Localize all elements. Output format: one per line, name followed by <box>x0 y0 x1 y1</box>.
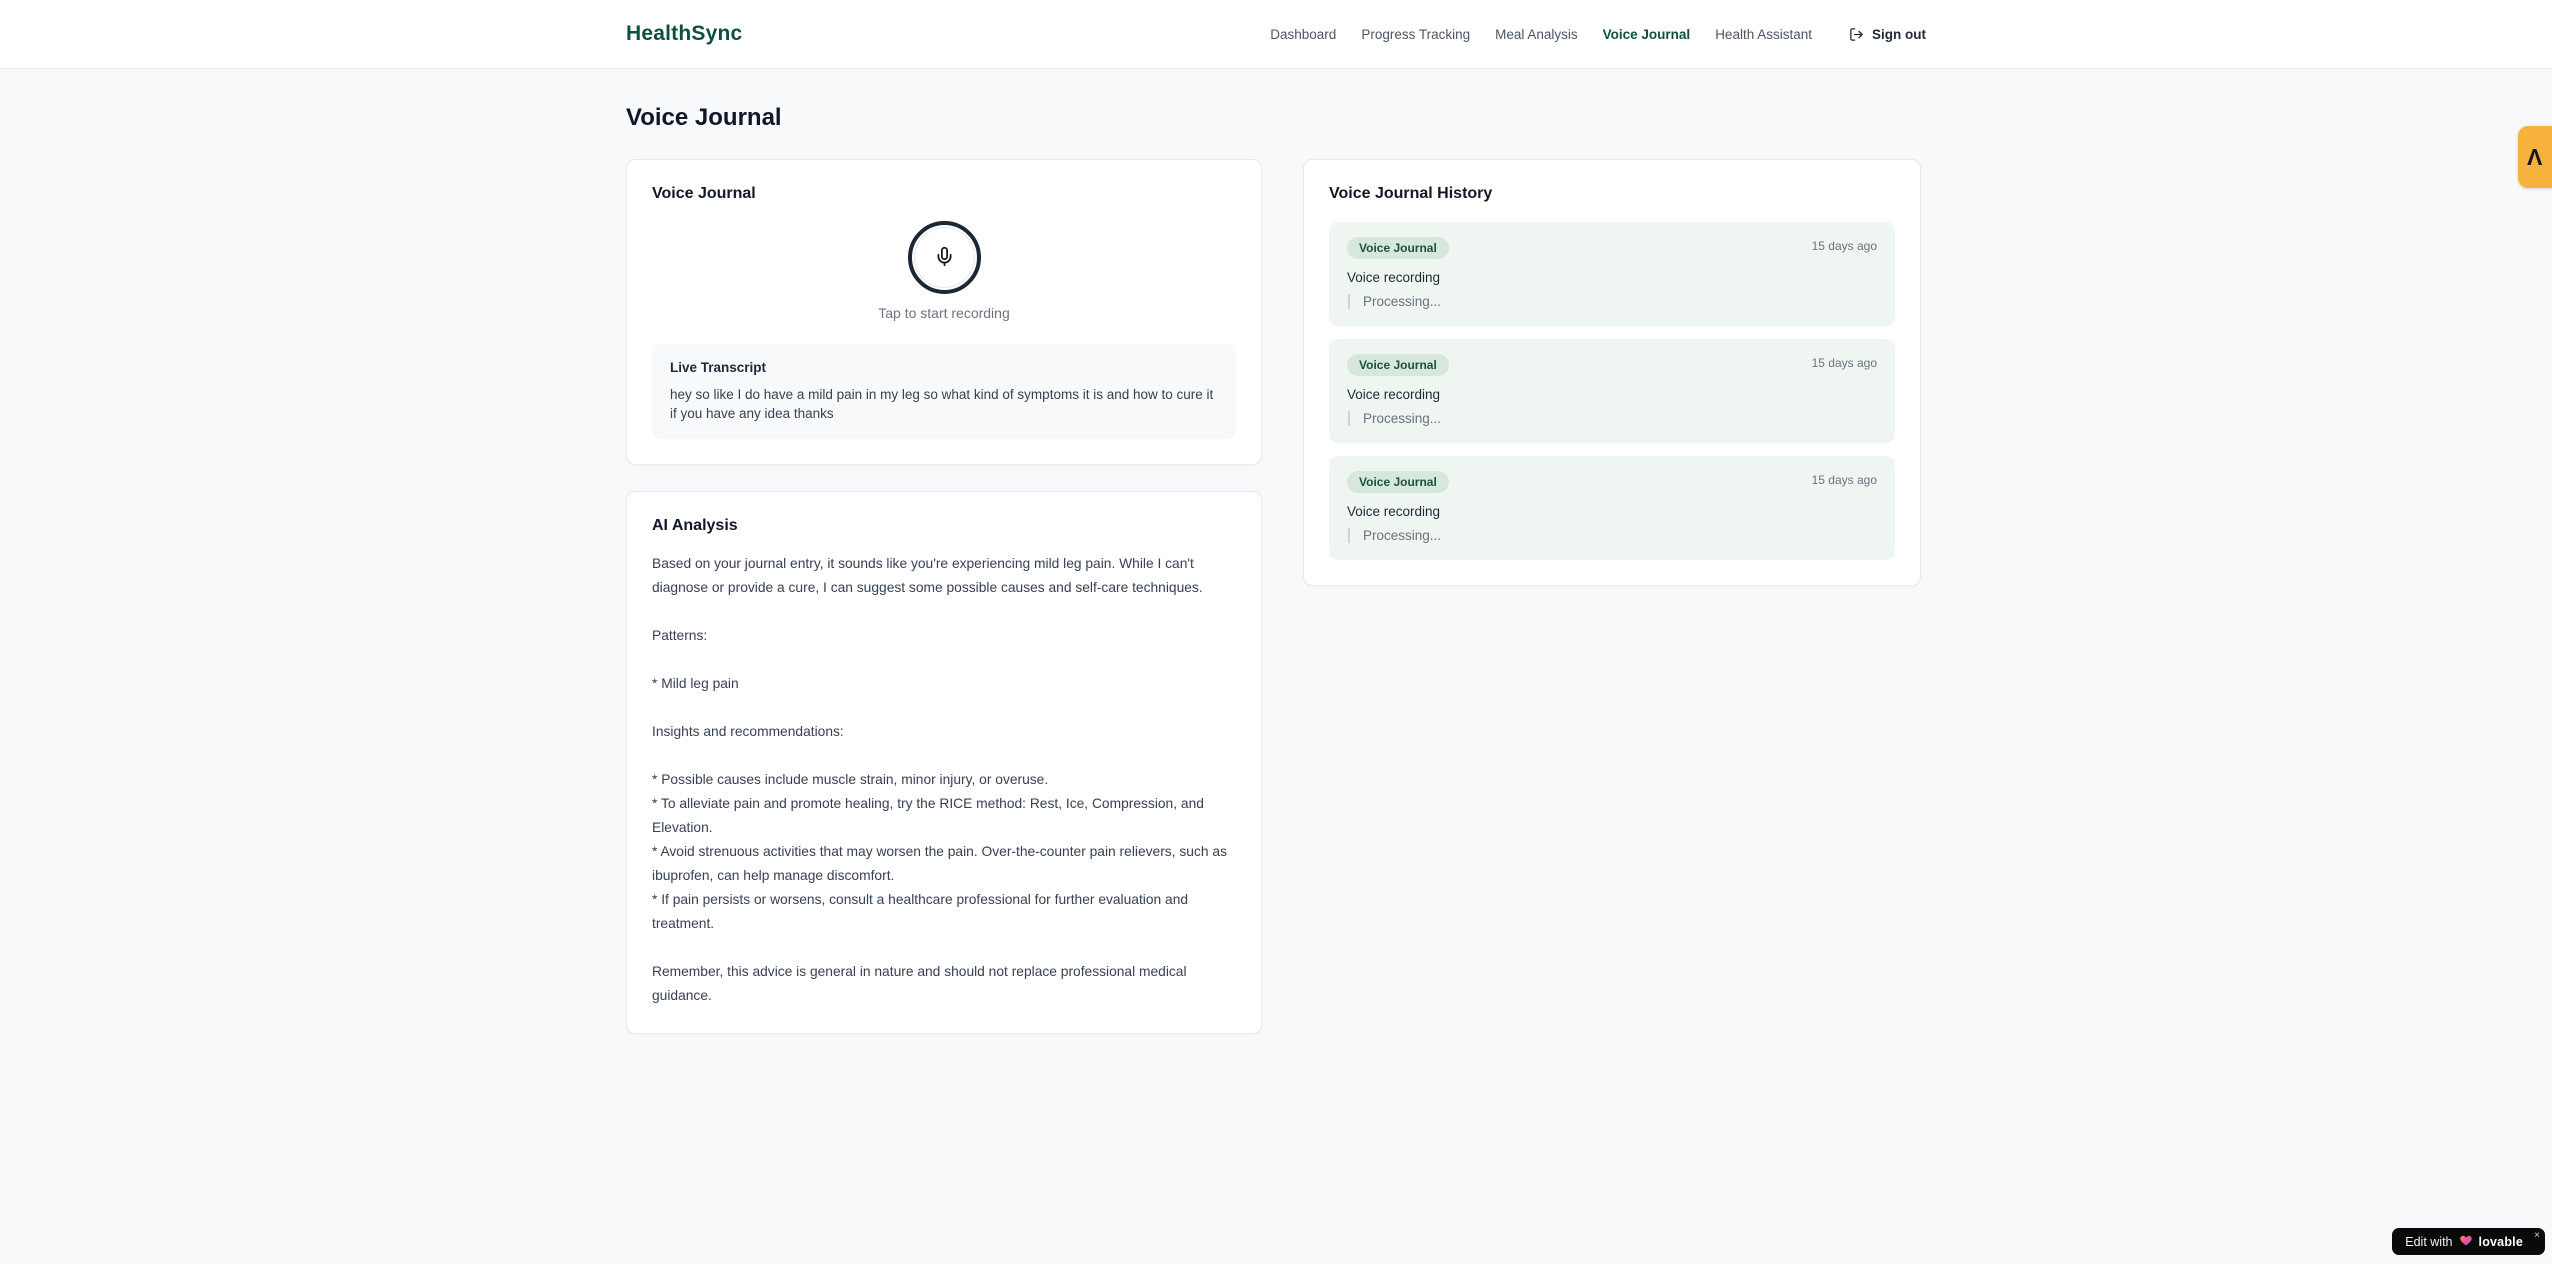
entry-processing-status: Processing... <box>1348 528 1877 543</box>
history-entry: Voice Journal 15 days ago Voice recordin… <box>1329 222 1895 326</box>
live-transcript-panel: Live Transcript hey so like I do have a … <box>652 344 1236 439</box>
entry-type-badge: Voice Journal <box>1347 237 1449 259</box>
entry-timestamp: 15 days ago <box>1811 239 1877 253</box>
heart-icon <box>2459 1234 2473 1250</box>
side-badge-logo-icon: Λ <box>2527 143 2543 170</box>
live-transcript-text: hey so like I do have a mild pain in my … <box>670 387 1214 421</box>
ai-analysis-text: Based on your journal entry, it sounds l… <box>652 556 1227 1003</box>
sign-out-label: Sign out <box>1872 26 1926 42</box>
edit-with-lovable-badge[interactable]: Edit with lovable × <box>2392 1228 2545 1255</box>
left-column: Voice Journal Tap to start recording Liv… <box>626 159 1262 1034</box>
record-button[interactable] <box>907 221 981 294</box>
entry-label: Voice recording <box>1347 504 1441 519</box>
recorder-card-title: Voice Journal <box>652 185 756 202</box>
side-app-badge[interactable]: Λ <box>2518 126 2552 188</box>
microphone-icon <box>934 246 955 270</box>
entry-timestamp: 15 days ago <box>1811 473 1877 487</box>
entry-label: Voice recording <box>1347 270 1441 285</box>
sign-out-button[interactable]: Sign out <box>1849 27 1926 42</box>
nav-voice-journal[interactable]: Voice Journal <box>1603 27 1691 42</box>
entry-timestamp: 15 days ago <box>1811 356 1877 370</box>
entry-processing-status: Processing... <box>1348 294 1877 309</box>
entry-processing-status: Processing... <box>1348 411 1877 426</box>
history-card: Voice Journal History Voice Journal 15 d… <box>1303 159 1921 586</box>
ai-analysis-card: AI Analysis Based on your journal entry,… <box>626 491 1262 1034</box>
ai-analysis-title: AI Analysis <box>652 517 738 534</box>
lovable-brand-label: lovable <box>2478 1234 2523 1249</box>
brand-logo[interactable]: HealthSync <box>626 22 742 46</box>
history-list: Voice Journal 15 days ago Voice recordin… <box>1329 222 1895 560</box>
history-entry: Voice Journal 15 days ago Voice recordin… <box>1329 456 1895 560</box>
entry-type-badge: Voice Journal <box>1347 354 1449 376</box>
header: HealthSync Dashboard Progress Tracking M… <box>0 0 2552 69</box>
live-transcript-title: Live Transcript <box>670 360 767 375</box>
history-entry: Voice Journal 15 days ago Voice recordin… <box>1329 339 1895 443</box>
recording-zone: Tap to start recording <box>652 221 1236 321</box>
entry-type-badge: Voice Journal <box>1347 471 1449 493</box>
edit-with-label: Edit with <box>2405 1234 2453 1249</box>
main-nav: Dashboard Progress Tracking Meal Analysi… <box>1270 27 1926 42</box>
nav-health-assistant[interactable]: Health Assistant <box>1715 27 1812 42</box>
nav-progress-tracking[interactable]: Progress Tracking <box>1361 27 1470 42</box>
entry-label: Voice recording <box>1347 387 1441 402</box>
recorder-card: Voice Journal Tap to start recording Liv… <box>626 159 1262 465</box>
history-card-title: Voice Journal History <box>1329 185 1493 202</box>
close-icon[interactable]: × <box>2534 1230 2540 1241</box>
right-column: Voice Journal History Voice Journal 15 d… <box>1303 159 1921 586</box>
main-content: Voice Journal Voice Journal Tap to start… <box>626 69 1926 1034</box>
nav-meal-analysis[interactable]: Meal Analysis <box>1495 27 1578 42</box>
nav-dashboard[interactable]: Dashboard <box>1270 27 1336 42</box>
page-title: Voice Journal <box>626 104 782 131</box>
sign-out-icon <box>1849 27 1864 42</box>
tap-to-record-hint: Tap to start recording <box>878 305 1010 321</box>
